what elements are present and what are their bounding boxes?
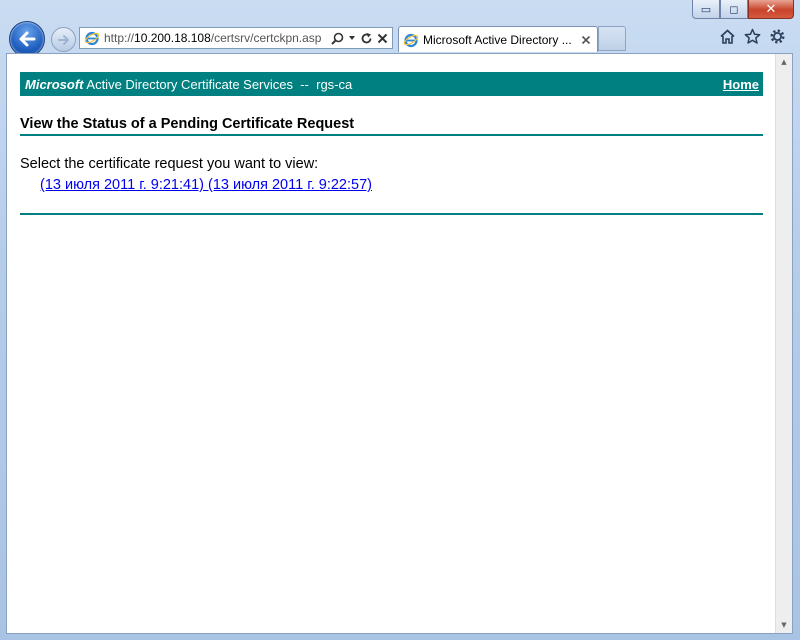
instruction-text: Select the certificate request you want … — [20, 156, 319, 172]
gear-icon[interactable] — [769, 28, 786, 45]
tab-close-icon[interactable] — [581, 35, 591, 45]
vertical-scrollbar[interactable]: ▲ ▼ — [775, 54, 792, 633]
forward-button[interactable] — [51, 27, 76, 52]
home-icon[interactable] — [719, 28, 736, 45]
address-tools — [327, 32, 392, 45]
back-button[interactable] — [9, 21, 45, 57]
home-link[interactable]: Home — [723, 77, 759, 92]
url-path: /certsrv/certckpn.asp — [210, 31, 322, 45]
banner-service: Active Directory Certificate Services --… — [83, 76, 353, 92]
page-viewport: Microsoft Active Directory Certificate S… — [6, 53, 793, 634]
address-bar[interactable]: http://10.200.18.108/certsrv/certckpn.as… — [79, 27, 393, 49]
page-content: Microsoft Active Directory Certificate S… — [7, 54, 776, 633]
banner-title: Microsoft Active Directory Certificate S… — [25, 77, 352, 92]
tab-active[interactable]: Microsoft Active Directory ... — [398, 26, 598, 52]
close-window-button[interactable]: ✕ — [748, 0, 794, 19]
back-arrow-icon — [19, 31, 36, 47]
pending-request-link[interactable]: (13 июля 2011 г. 9:21:41) (13 июля 2011 … — [40, 177, 372, 193]
url-prefix: http:// — [104, 31, 135, 45]
minimize-icon: ▭ — [700, 2, 712, 16]
close-icon: ✕ — [765, 1, 777, 17]
tab-title: Microsoft Active Directory ... — [423, 32, 572, 47]
dropdown-icon[interactable] — [348, 34, 356, 42]
stop-icon[interactable] — [377, 33, 388, 44]
certsrv-banner: Microsoft Active Directory Certificate S… — [20, 72, 763, 96]
divider-bottom — [20, 213, 763, 215]
address-url[interactable]: http://10.200.18.108/certsrv/certckpn.as… — [104, 31, 327, 45]
ie-logo-icon — [84, 31, 100, 46]
forward-arrow-icon — [57, 34, 69, 45]
refresh-icon[interactable] — [360, 32, 373, 45]
scroll-up-icon[interactable]: ▲ — [776, 54, 792, 70]
browser-window: ▭ ◻ ✕ http://10.200.18.108/certsrv/certc… — [0, 0, 800, 640]
ie-logo-icon — [403, 33, 419, 47]
window-caption-buttons: ▭ ◻ ✕ — [692, 0, 794, 20]
maximize-icon: ◻ — [729, 2, 739, 16]
page-title: View the Status of a Pending Certificate… — [20, 116, 355, 132]
new-tab-button[interactable] — [598, 26, 626, 51]
scroll-down-icon[interactable]: ▼ — [776, 617, 792, 633]
banner-brand: Microsoft — [25, 76, 84, 92]
toolbar-icons — [719, 28, 786, 45]
search-icon[interactable] — [331, 32, 344, 45]
maximize-button[interactable]: ◻ — [720, 0, 748, 19]
divider-top — [20, 134, 763, 136]
url-host: 10.200.18.108 — [134, 31, 211, 45]
favorites-star-icon[interactable] — [744, 28, 761, 45]
minimize-button[interactable]: ▭ — [692, 0, 720, 19]
